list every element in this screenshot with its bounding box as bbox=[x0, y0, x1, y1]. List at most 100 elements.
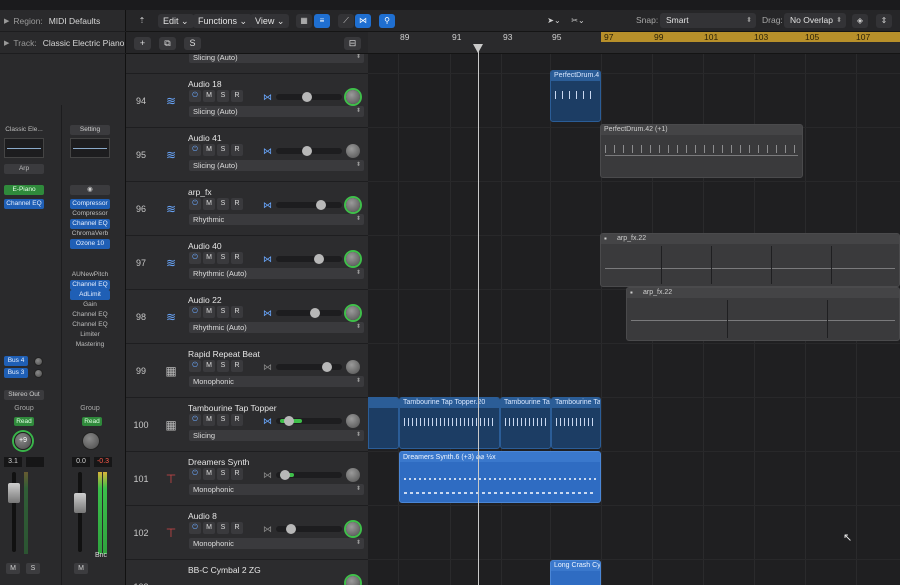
audio-region[interactable]: PerfectDrum.42 (+1) bbox=[600, 124, 803, 178]
insert-slot[interactable]: AUNewPitch bbox=[70, 270, 110, 280]
audio-region[interactable] bbox=[368, 397, 399, 449]
volume-slider[interactable] bbox=[276, 362, 342, 372]
eq-thumbnail[interactable] bbox=[70, 138, 110, 158]
pan-knob[interactable] bbox=[82, 432, 100, 450]
power-button-icon[interactable]: ⏻ bbox=[189, 522, 201, 534]
solo-button[interactable]: S bbox=[26, 563, 40, 574]
audio-region[interactable]: Long Crash Cy bbox=[550, 560, 601, 585]
track-row[interactable]: 96 ≋ arp_fx ⏻ M S R ⋈ Rhythmic ⬍ bbox=[126, 182, 368, 236]
send-level-knob[interactable] bbox=[34, 369, 43, 378]
power-button-icon[interactable]: ⏻ bbox=[189, 144, 201, 156]
automation-icon[interactable]: ⟋ bbox=[338, 14, 354, 28]
audio-region[interactable]: Tambourine Tap Topper.20 bbox=[399, 397, 500, 449]
group-slot[interactable]: Group bbox=[4, 405, 44, 412]
track-name[interactable]: Audio 18 bbox=[188, 79, 222, 89]
solo-button[interactable]: S bbox=[217, 90, 229, 102]
mute-button[interactable]: M bbox=[203, 306, 215, 318]
bounce-button[interactable]: Bnc bbox=[88, 552, 114, 559]
track-row[interactable]: 94 ≋ Audio 18 ⏻ M S R ⋈ Slicing (Auto) ⬍ bbox=[126, 74, 368, 128]
volume-fader[interactable] bbox=[74, 493, 86, 513]
volume-knob[interactable] bbox=[280, 470, 290, 480]
snap-select[interactable]: Smart ⬍ bbox=[660, 13, 756, 28]
cycle-range[interactable]: 97 99 101 103 105 107 bbox=[601, 32, 900, 42]
functions-menu[interactable]: Functions ⌄ bbox=[193, 14, 253, 28]
pan-knob[interactable] bbox=[346, 90, 360, 104]
mute-button[interactable]: M bbox=[74, 563, 88, 574]
track-row[interactable]: 103 ● BB-C Cymbal 2 ZG bbox=[126, 560, 368, 585]
group-slot[interactable]: Group bbox=[70, 405, 110, 412]
back-arrow-icon[interactable]: ⇡ bbox=[134, 14, 150, 28]
instrument-slot[interactable]: E-Piano bbox=[4, 185, 44, 195]
track-name[interactable]: Dreamers Synth bbox=[188, 457, 249, 467]
track-name[interactable]: Audio 22 bbox=[188, 295, 222, 305]
insert-slot[interactable]: Channel EQ bbox=[4, 199, 44, 209]
solo-button[interactable]: S bbox=[217, 360, 229, 372]
flex-icon[interactable]: ⋈ bbox=[263, 362, 272, 373]
pan-knob[interactable] bbox=[346, 414, 360, 428]
pan-knob[interactable] bbox=[346, 522, 360, 536]
pan-knob[interactable] bbox=[346, 306, 360, 320]
track-name[interactable]: Audio 41 bbox=[188, 133, 222, 143]
audio-region[interactable]: arp_fx.22 ▪ bbox=[600, 233, 900, 287]
flex-icon[interactable]: ⋈ bbox=[263, 200, 272, 211]
send-slot-bus4[interactable]: Bus 4 bbox=[4, 356, 28, 366]
volume-knob[interactable] bbox=[322, 362, 332, 372]
playhead-handle[interactable] bbox=[473, 44, 483, 53]
flex-algorithm-select[interactable]: Slicing (Auto) ⬍ bbox=[189, 106, 364, 117]
output-slot[interactable]: Stereo Out bbox=[4, 390, 44, 400]
flex-algorithm-select[interactable]: Slicing (Auto) ⬍ bbox=[189, 160, 364, 171]
flex-algorithm-select[interactable]: Monophonic ⬍ bbox=[189, 484, 364, 495]
insert-slot[interactable]: Channel EQ bbox=[70, 219, 110, 229]
volume-knob[interactable] bbox=[302, 146, 312, 156]
volume-slider[interactable] bbox=[276, 308, 342, 318]
track-row[interactable]: 101 ⊤ Dreamers Synth ⏻ M S R ⋈ Monophoni… bbox=[126, 452, 368, 506]
insert-slot[interactable]: ChromaVerb bbox=[70, 229, 110, 239]
volume-slider[interactable] bbox=[276, 200, 342, 210]
mute-button[interactable]: M bbox=[203, 252, 215, 264]
track-name[interactable]: Audio 8 bbox=[188, 511, 217, 521]
mute-button[interactable]: M bbox=[203, 198, 215, 210]
power-button-icon[interactable]: ⏻ bbox=[189, 90, 201, 102]
volume-slider[interactable] bbox=[276, 254, 342, 264]
mute-button[interactable]: M bbox=[203, 414, 215, 426]
pan-knob[interactable] bbox=[346, 468, 360, 482]
send-level-knob[interactable] bbox=[34, 357, 43, 366]
mute-button[interactable]: M bbox=[203, 144, 215, 156]
insert-slot[interactable]: Channel EQ bbox=[70, 280, 110, 290]
insert-slot[interactable]: AdLimit bbox=[70, 290, 110, 300]
pan-knob[interactable] bbox=[346, 252, 360, 266]
solo-mode-button[interactable]: S bbox=[184, 37, 201, 50]
insert-slot[interactable]: Gain bbox=[70, 300, 110, 310]
record-button[interactable]: R bbox=[231, 468, 243, 480]
disclosure-triangle-icon[interactable]: ▶ bbox=[4, 17, 9, 25]
record-button[interactable]: R bbox=[231, 360, 243, 372]
global-tracks-button[interactable]: ⊟ bbox=[344, 37, 361, 50]
solo-button[interactable]: S bbox=[217, 468, 229, 480]
secondary-tool-icon[interactable]: ✂⌄ bbox=[570, 14, 586, 28]
track-name[interactable]: Tambourine Tap Topper bbox=[188, 403, 277, 413]
solo-button[interactable]: S bbox=[217, 522, 229, 534]
pan-knob[interactable] bbox=[346, 198, 360, 212]
record-button[interactable]: R bbox=[231, 90, 243, 102]
volume-knob[interactable] bbox=[286, 524, 296, 534]
pan-knob[interactable] bbox=[346, 360, 360, 374]
midi-fx-slot[interactable]: Arp bbox=[4, 164, 44, 174]
track-name[interactable]: Audio 40 bbox=[188, 241, 222, 251]
track-row[interactable]: 102 ⊤ Audio 8 ⏻ M S R ⋈ Monophonic ⬍ bbox=[126, 506, 368, 560]
setting-slot[interactable]: Setting bbox=[70, 125, 110, 135]
view-menu[interactable]: View ⌄ bbox=[250, 14, 290, 28]
audio-region[interactable]: Tambourine Ta bbox=[551, 397, 601, 449]
flex-algorithm-select[interactable]: Slicing (Auto) ⬍ bbox=[189, 54, 364, 63]
catch-icon[interactable]: ⚲ bbox=[379, 14, 395, 28]
solo-button[interactable]: S bbox=[217, 252, 229, 264]
volume-slider[interactable] bbox=[276, 470, 342, 480]
mute-button[interactable]: M bbox=[203, 522, 215, 534]
add-track-button[interactable]: + bbox=[134, 37, 151, 50]
power-button-icon[interactable]: ⏻ bbox=[189, 468, 201, 480]
flex-icon[interactable]: ⋈ bbox=[263, 470, 272, 481]
flex-algorithm-select[interactable]: Rhythmic (Auto) ⬍ bbox=[189, 268, 364, 279]
audio-region[interactable]: Tambourine Ta bbox=[500, 397, 551, 449]
track-inspector-header[interactable]: ▶ Track: Classic Electric Piano bbox=[0, 32, 126, 54]
flex-icon[interactable]: ⋈ bbox=[263, 92, 272, 103]
duplicate-track-button[interactable]: ⧉ bbox=[159, 37, 176, 50]
